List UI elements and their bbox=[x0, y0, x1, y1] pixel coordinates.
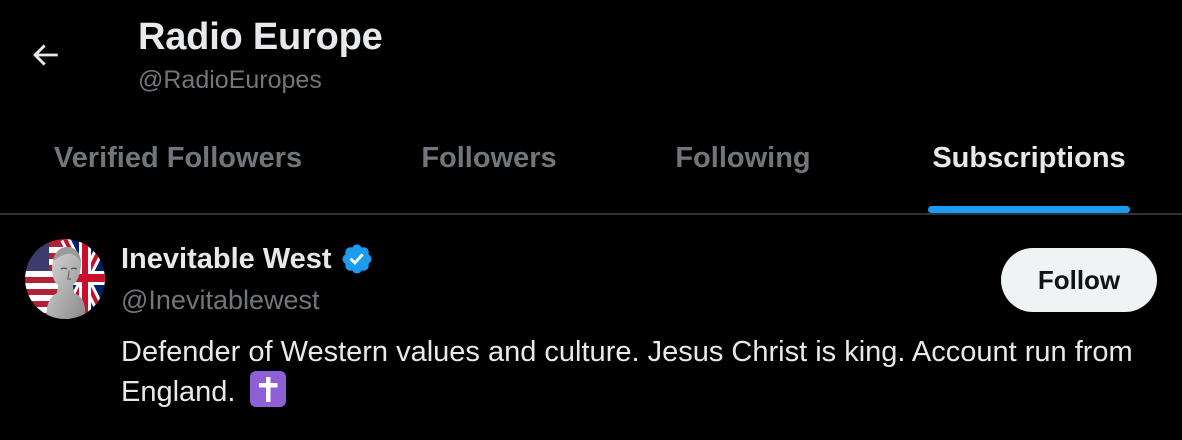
follow-button[interactable]: Follow bbox=[1001, 248, 1157, 312]
user-display-name[interactable]: Inevitable West bbox=[121, 242, 374, 276]
user-name: Inevitable West bbox=[121, 242, 332, 275]
tab-followers[interactable]: Followers bbox=[398, 120, 580, 213]
tab-following[interactable]: Following bbox=[650, 120, 836, 213]
tab-label: Verified Followers bbox=[53, 142, 303, 174]
arrow-left-icon bbox=[33, 44, 58, 66]
latin-cross-emoji-icon bbox=[249, 371, 286, 407]
user-handle: @Inevitablewest bbox=[121, 285, 320, 315]
avatar[interactable] bbox=[25, 239, 105, 319]
verified-badge-icon[interactable] bbox=[340, 242, 374, 276]
profile-header: Radio Europe @RadioEuropes bbox=[0, 0, 1182, 120]
list-item[interactable]: Inevitable West @Inevitablewest Defender… bbox=[0, 215, 1182, 440]
back-button[interactable] bbox=[22, 32, 68, 78]
tab-label: Followers bbox=[421, 142, 557, 174]
user-bio: Defender of Western values and culture. … bbox=[121, 333, 1151, 411]
active-tab-indicator bbox=[928, 206, 1130, 213]
tab-label: Subscriptions bbox=[932, 142, 1126, 174]
tab-label: Following bbox=[675, 142, 811, 174]
tab-subscriptions[interactable]: Subscriptions bbox=[906, 120, 1152, 213]
tab-verified-followers[interactable]: Verified Followers bbox=[24, 120, 332, 213]
page-title: Radio Europe bbox=[138, 16, 383, 58]
avatar-image bbox=[25, 239, 105, 319]
profile-handle: @RadioEuropes bbox=[138, 66, 322, 94]
tab-bar: Verified Followers Followers Following S… bbox=[0, 120, 1182, 215]
